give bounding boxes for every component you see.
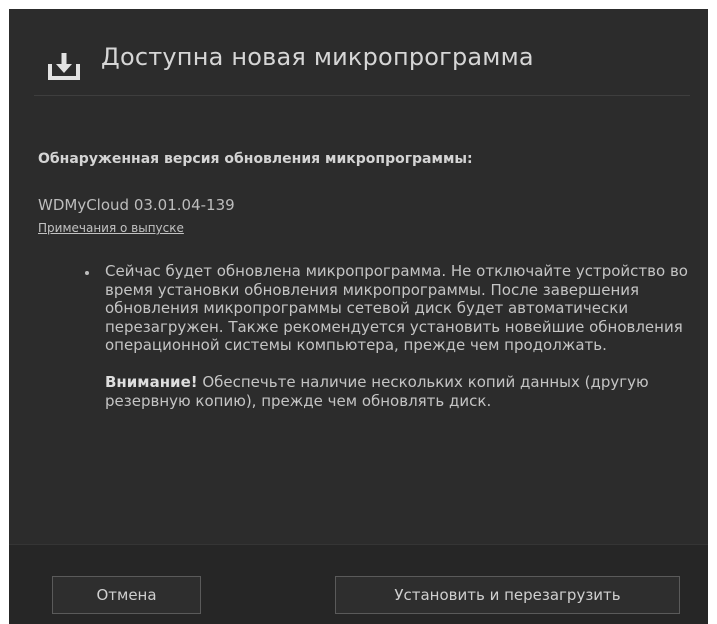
dialog-header: Доступна новая микропрограмма bbox=[9, 9, 708, 96]
install-and-restart-button[interactable]: Установить и перезагрузить bbox=[335, 576, 680, 614]
update-message-body: Сейчас будет обновлена микропрограмма. Н… bbox=[105, 262, 688, 355]
warning-message: Внимание! Обеспечьте наличие нескольких … bbox=[105, 373, 695, 410]
dialog-footer: Отмена Установить и перезагрузить bbox=[9, 544, 708, 624]
firmware-update-dialog: Доступна новая микропрограмма Обнаруженн… bbox=[9, 9, 708, 624]
warning-label: Внимание! bbox=[105, 372, 198, 391]
firmware-version: WDMyCloud 03.01.04-139 bbox=[38, 196, 235, 214]
bullet-point bbox=[85, 271, 89, 275]
release-notes-link[interactable]: Примечания о выпуске bbox=[38, 221, 184, 235]
detected-version-heading: Обнаруженная версия обновления микропрог… bbox=[38, 151, 473, 167]
download-icon bbox=[48, 53, 80, 80]
update-message: Сейчас будет обновлена микропрограмма. Н… bbox=[105, 262, 695, 410]
dialog-title: Доступна новая микропрограмма bbox=[101, 43, 534, 71]
cancel-button[interactable]: Отмена bbox=[52, 576, 201, 614]
header-divider bbox=[34, 95, 690, 96]
